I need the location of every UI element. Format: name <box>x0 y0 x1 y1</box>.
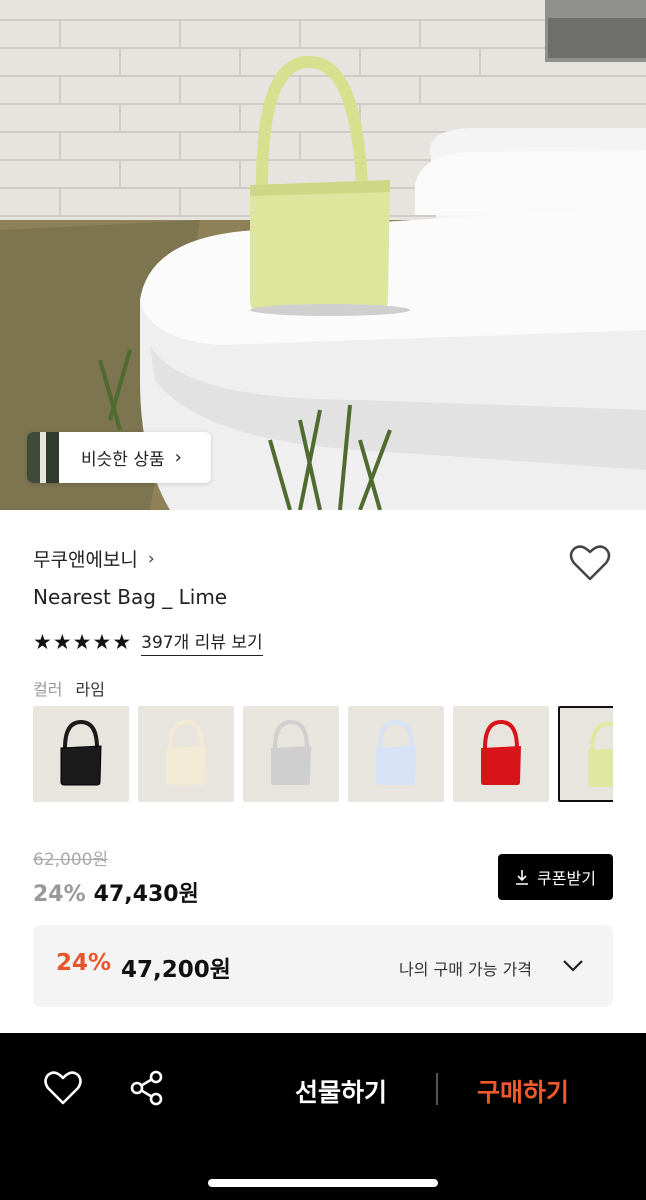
color-swatch-lime[interactable] <box>558 706 613 802</box>
download-icon <box>516 870 529 885</box>
sale-price: 47,430원 <box>93 882 199 907</box>
star-icon: ★ <box>33 629 52 654</box>
gift-button[interactable]: 선물하기 <box>295 1073 387 1109</box>
bottom-action-bar: 선물하기 구매하기 <box>0 1033 646 1200</box>
home-indicator <box>208 1179 438 1187</box>
bag-thumbnail <box>271 719 311 785</box>
product-hero-image: 비슷한 상품 › <box>0 0 646 510</box>
heart-icon[interactable] <box>569 543 611 583</box>
chevron-right-icon: › <box>147 548 155 569</box>
color-swatch-black[interactable] <box>33 706 129 802</box>
color-swatches <box>33 706 613 804</box>
similar-products-label: 비슷한 상품 <box>81 450 165 470</box>
sale-price-row: 24% 47,430원 <box>33 876 199 908</box>
similar-products-thumbnail <box>27 432 59 483</box>
color-value: 라임 <box>75 680 105 699</box>
bag-thumbnail <box>166 719 206 785</box>
reviews-link[interactable]: 397개 리뷰 보기 <box>141 628 263 656</box>
share-icon[interactable] <box>129 1070 165 1106</box>
bag-thumbnail <box>481 719 521 785</box>
my-price-value: 47,200원 <box>121 957 231 983</box>
brand-name: 무쿠앤에보니 <box>33 549 138 571</box>
bag-thumbnail <box>376 719 416 785</box>
star-icon: ★ <box>112 629 132 654</box>
product-title: Nearest Bag _ Lime <box>33 585 228 609</box>
coupon-button[interactable]: 쿠폰받기 <box>498 854 613 900</box>
brand-link[interactable]: 무쿠앤에보니 › <box>33 545 155 572</box>
bag-thumbnail <box>588 721 613 787</box>
color-swatch-silver[interactable] <box>243 706 339 802</box>
color-swatch-red[interactable] <box>453 706 549 802</box>
rating-row: ★ ★ ★ ★ ★ 397개 리뷰 보기 <box>33 628 263 656</box>
my-price-discount: 24% <box>56 950 112 976</box>
heart-icon[interactable] <box>44 1070 82 1106</box>
color-swatch-light-blue[interactable] <box>348 706 444 802</box>
original-price: 62,000원 <box>33 850 109 870</box>
similar-products-button[interactable]: 비슷한 상품 › <box>27 432 211 483</box>
chevron-down-icon <box>563 960 583 972</box>
divider <box>436 1073 438 1105</box>
star-icon: ★ <box>72 629 92 654</box>
bag-thumbnail <box>60 719 102 786</box>
my-price-label: 나의 구매 가능 가격 <box>399 960 533 979</box>
star-rating: ★ ★ ★ ★ ★ <box>33 629 132 654</box>
color-swatch-cream[interactable] <box>138 706 234 802</box>
coupon-button-label: 쿠폰받기 <box>537 869 596 888</box>
color-selection-label: 컬러 라임 <box>33 676 105 700</box>
discount-rate: 24% <box>33 882 86 907</box>
star-icon: ★ <box>92 629 112 654</box>
my-price-box[interactable]: 24% 47,200원 나의 구매 가능 가격 <box>33 925 613 1007</box>
chevron-right-icon: › <box>174 447 182 468</box>
star-icon: ★ <box>52 629 72 654</box>
buy-button[interactable]: 구매하기 <box>477 1073 569 1109</box>
color-label: 컬러 <box>33 680 63 699</box>
